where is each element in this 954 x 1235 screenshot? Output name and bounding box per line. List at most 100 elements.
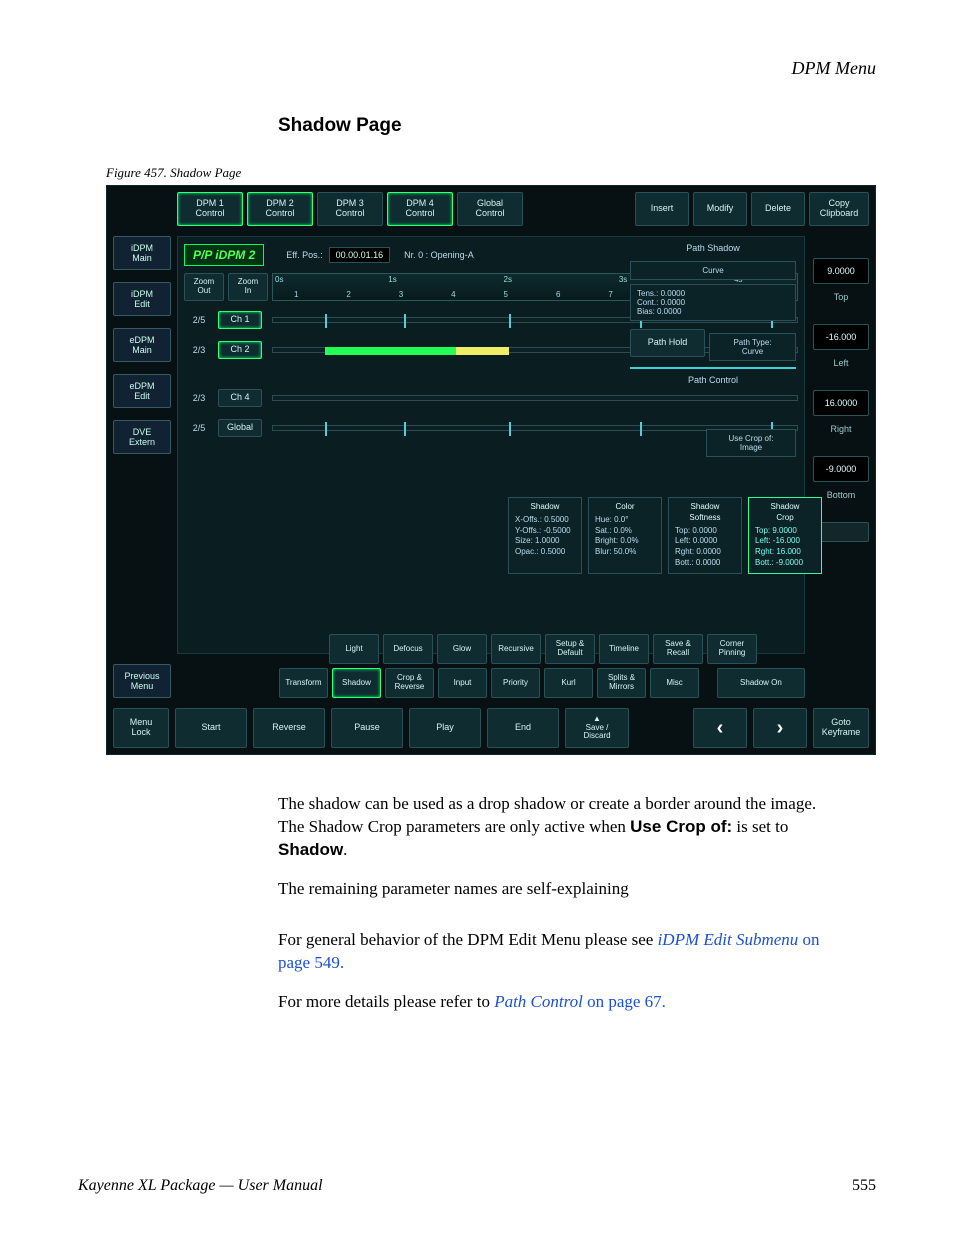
save-recall-button[interactable]: Save & Recall (653, 634, 703, 664)
path-hold-button[interactable]: Path Hold (630, 329, 705, 357)
prev-keyframe-button[interactable]: ‹ (693, 708, 747, 748)
panel-shadow-crop: Shadow Crop Top: 9.0000 Left: -16.000 Rg… (748, 497, 822, 574)
tl-n4: 4 (451, 290, 455, 299)
pause-button[interactable]: Pause (331, 708, 403, 748)
splits-mirrors-button[interactable]: Splits & Mirrors (597, 668, 646, 698)
blur: Blur: 50.0% (595, 547, 655, 558)
page-header-section: DPM Menu (78, 58, 876, 79)
misc-button[interactable]: Misc (650, 668, 699, 698)
tl-n2: 2 (346, 290, 350, 299)
delete-button[interactable]: Delete (751, 192, 805, 226)
next-keyframe-button[interactable]: › (753, 708, 807, 748)
idpm-edit-button[interactable]: iDPM Edit (113, 282, 171, 316)
tl-n5: 5 (504, 290, 508, 299)
shadow-on-button[interactable]: Shadow On (717, 668, 805, 698)
play-button[interactable]: Play (409, 708, 481, 748)
timeline-button[interactable]: Timeline (599, 634, 649, 664)
dpm2-control-button[interactable]: DPM 2 Control (247, 192, 313, 226)
global-ch-button[interactable]: Global (218, 419, 262, 437)
insert-button[interactable]: Insert (635, 192, 689, 226)
para-1: The shadow can be used as a drop shadow … (278, 793, 838, 862)
start-button[interactable]: Start (175, 708, 247, 748)
effpos-value[interactable]: 00.00.01.16 (329, 247, 391, 263)
recursive-button[interactable]: Recursive (491, 634, 541, 664)
size: Size: 1.0000 (515, 536, 575, 547)
ch4-button[interactable]: Ch 4 (218, 389, 262, 407)
p4a: For more details please refer to (278, 992, 494, 1011)
para-4: For more details please refer to Path Co… (278, 991, 838, 1014)
top-value[interactable]: 9.0000 (813, 258, 869, 284)
setup-default-button[interactable]: Setup & Default (545, 634, 595, 664)
ch2-button[interactable]: Ch 2 (218, 341, 262, 359)
tl-2s: 2s (504, 275, 512, 284)
section-title: Shadow Page (278, 115, 876, 137)
dpm1-control-button[interactable]: DPM 1 Control (177, 192, 243, 226)
soft-bottom: Bott.: 0.0000 (675, 558, 735, 569)
dpm4-control-button[interactable]: DPM 4 Control (387, 192, 453, 226)
goto-keyframe-button[interactable]: Goto Keyframe (813, 708, 869, 748)
priority-button[interactable]: Priority (491, 668, 540, 698)
bottom-value[interactable]: -9.0000 (813, 456, 869, 482)
save-discard-button[interactable]: ▲ Save / Discard (565, 708, 629, 748)
footer-title: Kayenne XL Package — User Manual (78, 1177, 323, 1195)
defocus-button[interactable]: Defocus (383, 634, 433, 664)
p4c: on page 67. (583, 992, 666, 1011)
ch1-button[interactable]: Ch 1 (218, 311, 262, 329)
dve-extern-button[interactable]: DVE Extern (113, 420, 171, 454)
crop-bottom: Bott.: -9.0000 (755, 558, 815, 569)
shadow-tab-button[interactable]: Shadow (332, 668, 381, 698)
para-2: The remaining parameter names are self-e… (278, 878, 838, 901)
end-button[interactable]: End (487, 708, 559, 748)
tl-n3: 3 (399, 290, 403, 299)
panel-crop-title: Shadow Crop (755, 502, 815, 524)
glow-button[interactable]: Glow (437, 634, 487, 664)
screenshot-shadow-page: DPM 1 Control DPM 2 Control DPM 3 Contro… (106, 185, 876, 755)
tl-3s: 3s (619, 275, 627, 284)
zoom-in-button[interactable]: Zoom In (228, 273, 268, 301)
link-path-control[interactable]: Path Control (494, 992, 583, 1011)
crop-reverse-button[interactable]: Crop & Reverse (385, 668, 434, 698)
xoffs: X-Offs.: 0.5000 (515, 515, 575, 526)
menu-lock-button[interactable]: Menu Lock (113, 708, 169, 748)
body-text: The shadow can be used as a drop shadow … (278, 793, 838, 1014)
p1d: Shadow (278, 840, 343, 859)
panel-shadow-title: Shadow (515, 502, 575, 513)
soft-right: Rght: 0.0000 (675, 547, 735, 558)
path-area: Path Shadow Curve Tens.: 0.0000 Cont.: 0… (630, 243, 796, 457)
light-button[interactable]: Light (329, 634, 379, 664)
use-crop-box[interactable]: Use Crop of: Image (706, 429, 796, 457)
copy-clipboard-button[interactable]: Copy Clipboard (809, 192, 869, 226)
path-control-bar (630, 367, 796, 369)
chevron-left-icon: ‹ (717, 717, 724, 739)
edpm-edit-button[interactable]: eDPM Edit (113, 374, 171, 408)
soft-left: Left: 0.0000 (675, 536, 735, 547)
dpm3-control-button[interactable]: DPM 3 Control (317, 192, 383, 226)
path-title: Path Shadow (630, 243, 796, 253)
transform-button[interactable]: Transform (279, 668, 328, 698)
tl-n6: 6 (556, 290, 560, 299)
left-label: Left (813, 354, 869, 372)
transport-row: Menu Lock Start Reverse Pause Play End ▲… (113, 708, 869, 748)
input-button[interactable]: Input (438, 668, 487, 698)
global-control-button[interactable]: Global Control (457, 192, 523, 226)
tl-0s: 0s (275, 275, 283, 284)
top-label: Top (813, 288, 869, 306)
ch4-count: 2/3 (184, 393, 214, 403)
right-value[interactable]: 16.0000 (813, 390, 869, 416)
link-idpm-edit-submenu[interactable]: iDPM Edit Submenu (658, 930, 799, 949)
path-type-box[interactable]: Path Type: Curve (709, 333, 796, 361)
left-value[interactable]: -16.000 (813, 324, 869, 350)
crop-right: Rght: 16.000 (755, 547, 815, 558)
idpm-main-button[interactable]: iDPM Main (113, 236, 171, 270)
corner-pinning-button[interactable]: Corner Pinning (707, 634, 757, 664)
chg-count: 2/5 (184, 423, 214, 433)
modify-button[interactable]: Modify (693, 192, 747, 226)
previous-menu-button[interactable]: Previous Menu (113, 664, 171, 698)
zoom-out-button[interactable]: Zoom Out (184, 273, 224, 301)
top-button-row: DPM 1 Control DPM 2 Control DPM 3 Contro… (177, 192, 869, 226)
reverse-button[interactable]: Reverse (253, 708, 325, 748)
figure-caption: Figure 457. Shadow Page (106, 165, 876, 181)
panel-shadow-softness: Shadow Softness Top: 0.0000 Left: 0.0000… (668, 497, 742, 574)
edpm-main-button[interactable]: eDPM Main (113, 328, 171, 362)
kurl-button[interactable]: Kurl (544, 668, 593, 698)
